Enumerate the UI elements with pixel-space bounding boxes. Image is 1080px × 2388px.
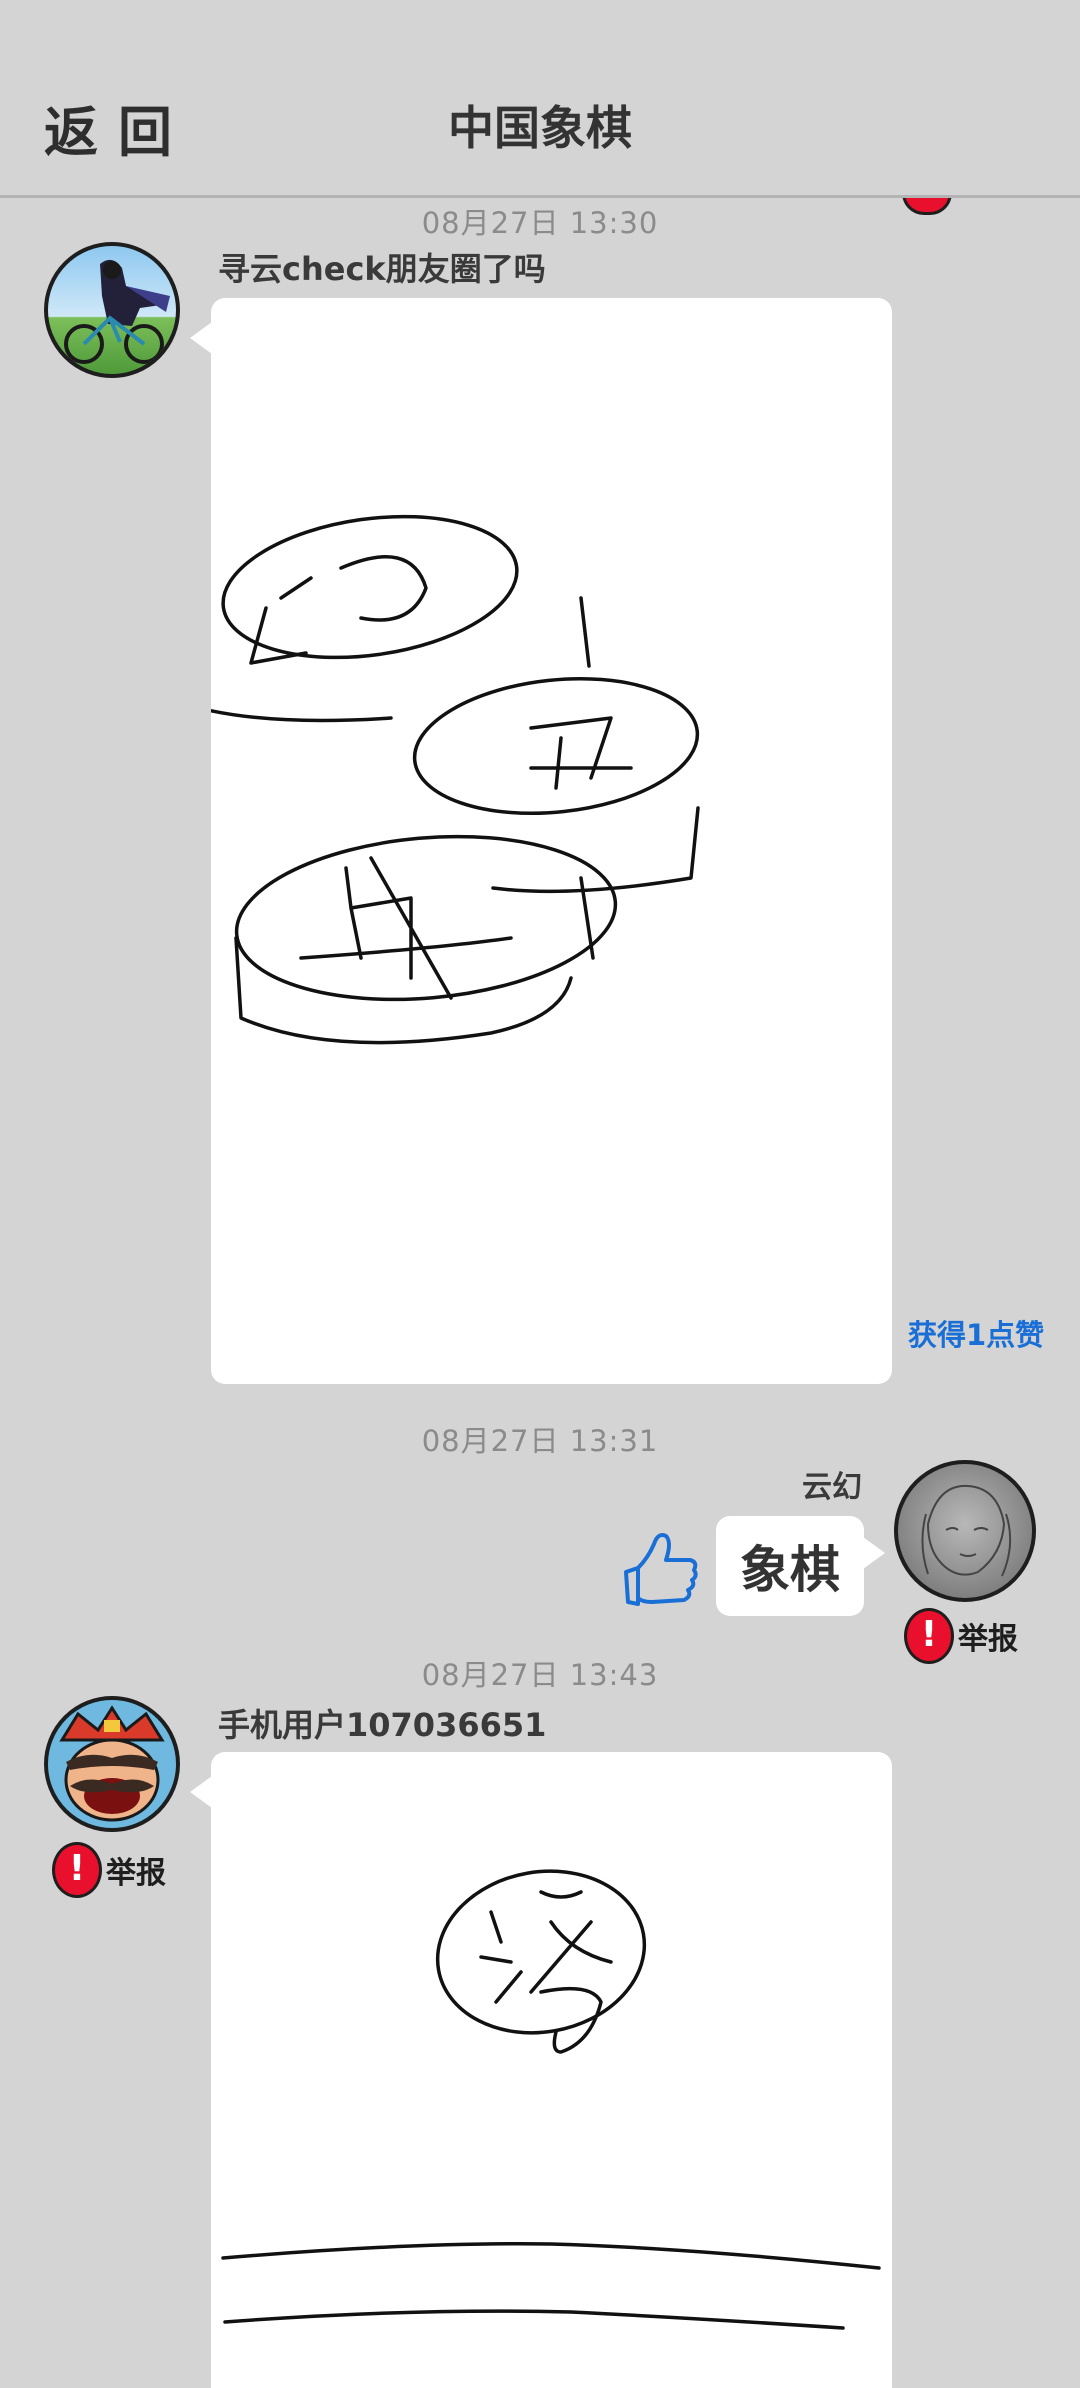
exclamation-icon: ! [52,1842,102,1898]
avatar[interactable] [44,242,180,378]
username: 寻云check朋友圈了吗 [218,250,546,288]
top-bar: 返回 中国象棋 [0,0,1080,198]
chat-page: 返回 中国象棋 08月27日 13:30 寻云check朋友圈了吗 获得1点赞 … [0,0,1080,2388]
avatar-king-icon [59,1705,165,1822]
report-label: 举报 [106,1856,166,1891]
message-text: 象棋 [740,1541,840,1599]
avatar[interactable] [894,1460,1036,1602]
avatar[interactable] [44,1696,180,1832]
avatar-sketch-icon [921,1484,1012,1577]
username: 云幻 [802,1470,862,1505]
text-bubble[interactable]: 象棋 [716,1516,864,1616]
likes-count[interactable]: 获得1点赞 [908,1312,1044,1354]
thumbs-up-icon[interactable] [622,1528,700,1608]
bubble-tail [190,322,212,354]
page-title: 中国象棋 [448,101,632,155]
avatar-figure-icon [64,259,170,364]
drawing-bubble[interactable] [197,298,892,1384]
bubble-tail [863,1537,885,1569]
handwriting-drawing [221,1869,881,2330]
message-timestamp: 08月27日 13:43 [421,1658,659,1692]
username: 手机用户107036651 [218,1706,547,1744]
message-timestamp: 08月27日 13:31 [421,1424,659,1458]
report-button[interactable]: ! 举报 [52,1842,166,1898]
drawing-bubble[interactable] [211,1752,892,2388]
bubble-tail [190,1776,212,1808]
chess-pieces-drawing [197,514,700,1045]
